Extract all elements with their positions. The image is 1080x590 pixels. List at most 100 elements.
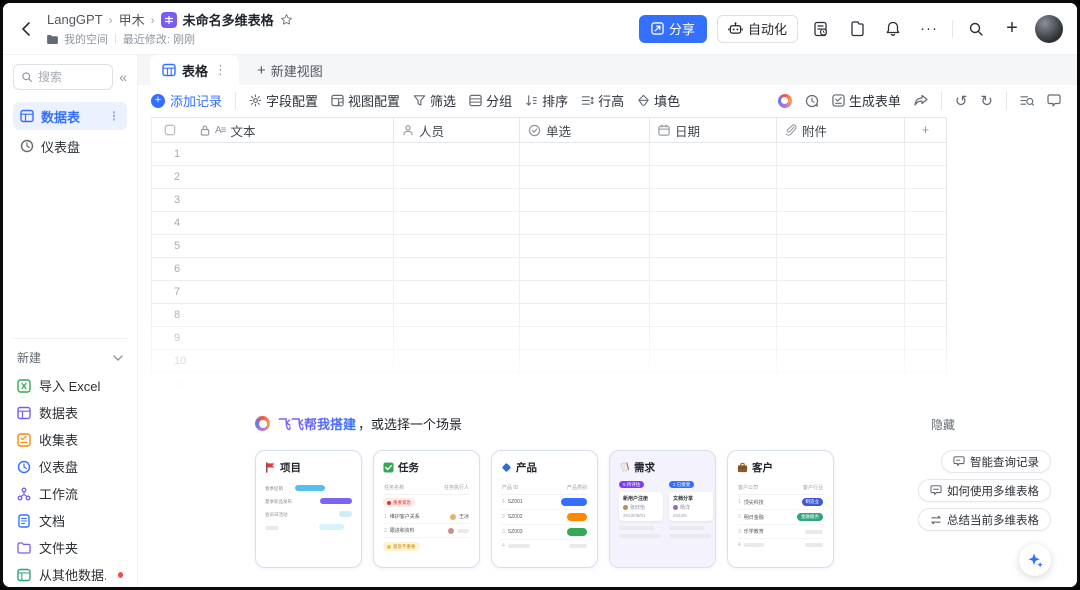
column-label: 单选 xyxy=(546,121,571,140)
comment-button[interactable] xyxy=(1047,94,1061,107)
sidebar-search[interactable] xyxy=(13,64,113,90)
search-in-table-button[interactable] xyxy=(1020,94,1034,107)
scenario-card-task[interactable]: 任务 任务名称 任务执行人 重要紧急 1 xyxy=(373,450,480,568)
undo-button[interactable]: ↺ xyxy=(955,92,968,110)
search-input[interactable] xyxy=(38,70,90,84)
table-row[interactable]: 3 xyxy=(152,189,946,212)
automation-button[interactable]: 自动化 xyxy=(717,15,798,43)
create-item-form[interactable]: 收集表 xyxy=(13,426,127,453)
scenario-card-requirement[interactable]: 需求 5 待评估 新用户注册 张欣怡 xyxy=(609,450,716,568)
assistant-section: 飞飞帮我搭建 ，或选择一个场景 隐藏 项目 春季促销 xyxy=(138,414,1077,568)
sidebar-item-dashboard[interactable]: 仪表盘 xyxy=(13,132,127,160)
notifications-button[interactable] xyxy=(880,16,906,42)
export-share-button[interactable] xyxy=(914,94,928,107)
scenario-card-product[interactable]: 产品 产品 ID 产品类别 1 SZ001 xyxy=(491,450,598,568)
item-menu-icon[interactable]: ⋮ xyxy=(108,109,120,123)
app-window: LangGPT › 甲木 › 未命名多维表格 我的空间 | 最近修改: 刚刚 xyxy=(0,0,1080,590)
fill-color-button[interactable]: 填色 xyxy=(637,91,680,110)
toolbar-divider xyxy=(941,92,942,110)
add-row-button[interactable]: + xyxy=(174,378,947,392)
sidebar-item-datasheet[interactable]: 数据表 ⋮ xyxy=(13,102,127,130)
view-config-button[interactable]: 视图配置 xyxy=(331,91,400,110)
ai-assistant-icon[interactable] xyxy=(778,94,792,108)
collapse-sidebar-icon[interactable]: « xyxy=(119,69,127,85)
mini-cell: 维护客户关系 xyxy=(390,513,447,520)
quick-action-how-to-use[interactable]: 如何使用多维表格 xyxy=(918,479,1051,502)
hide-button[interactable]: 隐藏 xyxy=(931,416,955,433)
plus-icon: + xyxy=(257,64,266,77)
space-label[interactable]: 我的空间 xyxy=(64,31,108,47)
more-button[interactable]: ··· xyxy=(916,16,942,42)
history-button[interactable] xyxy=(805,94,819,108)
industry-pill-blue: 制造业 xyxy=(802,498,824,506)
sidebar-item-label: 仪表盘 xyxy=(41,137,80,156)
paint-icon xyxy=(637,94,650,107)
group-label: 分组 xyxy=(486,91,512,110)
quick-action-summarize[interactable]: 总结当前多维表格 xyxy=(918,508,1051,531)
generate-form-button[interactable]: 生成表单 xyxy=(832,91,901,110)
table-row[interactable]: 1 xyxy=(152,143,946,166)
group-button[interactable]: 分组 xyxy=(469,91,512,110)
share-button[interactable]: 分享 xyxy=(639,15,707,43)
filter-button[interactable]: 筛选 xyxy=(413,91,456,110)
table-row[interactable]: 8 xyxy=(152,304,946,327)
quick-action-smart-query[interactable]: 智能查询记录 xyxy=(941,450,1051,473)
column-header-select[interactable]: 单选 xyxy=(520,118,650,142)
add-column-button[interactable]: + xyxy=(905,118,946,142)
create-item-datasheet[interactable]: 数据表 xyxy=(13,399,127,426)
table-row[interactable]: 5 xyxy=(152,235,946,258)
global-search-button[interactable] xyxy=(963,16,989,42)
sidebar-item-label: 数据表 xyxy=(41,107,80,126)
scenario-card-customer[interactable]: 客户 客户公司 客户行业 1 顶尖科技 制造业 xyxy=(727,450,834,568)
new-view-label: 新建视图 xyxy=(271,61,323,80)
add-record-button[interactable]: + 添加记录 xyxy=(151,91,222,110)
ai-sparkle-fab[interactable] xyxy=(1019,544,1051,576)
create-item-label: 从其他数据... xyxy=(39,565,106,584)
column-header-text[interactable]: A≡ 文本 xyxy=(152,118,394,142)
table-row[interactable]: 2 xyxy=(152,166,946,189)
quick-actions: 智能查询记录 如何使用多维表格 总结当前多维表格 xyxy=(918,450,1051,576)
create-item-workflow[interactable]: 工作流 xyxy=(13,480,127,507)
create-item-label: 数据表 xyxy=(39,403,78,422)
field-config-label: 字段配置 xyxy=(266,91,318,110)
data-grid: A≡ 文本 人员 单选 日期 xyxy=(151,117,947,392)
user-avatar[interactable] xyxy=(1035,15,1063,43)
gantt-bar xyxy=(295,485,325,491)
create-item-doc[interactable]: 文档 xyxy=(13,507,127,534)
favorite-button[interactable] xyxy=(844,16,870,42)
star-icon[interactable] xyxy=(280,13,293,26)
toolbar-divider xyxy=(235,92,236,110)
row-height-button[interactable]: 行高 xyxy=(581,91,624,110)
table-row[interactable]: 9 xyxy=(152,327,946,350)
tab-grid-view[interactable]: 表格 ⋮ xyxy=(150,55,239,85)
select-all-checkbox[interactable] xyxy=(164,124,176,136)
create-new-button[interactable]: + xyxy=(999,16,1025,42)
scenario-card-project[interactable]: 项目 春季促销 夏季新品发布 会员 xyxy=(255,450,362,568)
chevron-down-icon[interactable] xyxy=(113,355,123,361)
table-row[interactable]: 10 xyxy=(152,350,946,373)
create-item-import-excel[interactable]: 导入 Excel xyxy=(13,372,127,399)
view-config-icon xyxy=(331,94,344,107)
table-row[interactable]: 6 xyxy=(152,258,946,281)
field-config-button[interactable]: 字段配置 xyxy=(249,91,318,110)
column-header-person[interactable]: 人员 xyxy=(394,118,520,142)
create-item-dashboard[interactable]: 仪表盘 xyxy=(13,453,127,480)
column-header-attachment[interactable]: 附件 xyxy=(777,118,905,142)
redo-button[interactable]: ↻ xyxy=(980,92,993,110)
create-item-from-other-data[interactable]: 从其他数据... xyxy=(13,561,127,588)
mini-row-num: 2 xyxy=(502,514,505,520)
tab-menu-icon[interactable]: ⋮ xyxy=(214,62,227,78)
assistant-build-link[interactable]: 飞飞帮我搭建 xyxy=(278,414,356,433)
breadcrumb-item-langgpt[interactable]: LangGPT xyxy=(47,12,103,27)
new-view-button[interactable]: + 新建视图 xyxy=(257,61,323,80)
version-history-button[interactable] xyxy=(808,16,834,42)
table-row[interactable]: 4 xyxy=(152,212,946,235)
sort-button[interactable]: 排序 xyxy=(525,91,568,110)
breadcrumb-item-jiamu[interactable]: 甲木 xyxy=(119,10,145,29)
create-item-folder[interactable]: 文件夹 xyxy=(13,534,127,561)
back-button[interactable] xyxy=(13,16,39,42)
table-row[interactable]: 7 xyxy=(152,281,946,304)
top-bar: LangGPT › 甲木 › 未命名多维表格 我的空间 | 最近修改: 刚刚 xyxy=(3,3,1077,55)
column-header-date[interactable]: 日期 xyxy=(650,118,777,142)
create-item-label: 仪表盘 xyxy=(39,457,78,476)
